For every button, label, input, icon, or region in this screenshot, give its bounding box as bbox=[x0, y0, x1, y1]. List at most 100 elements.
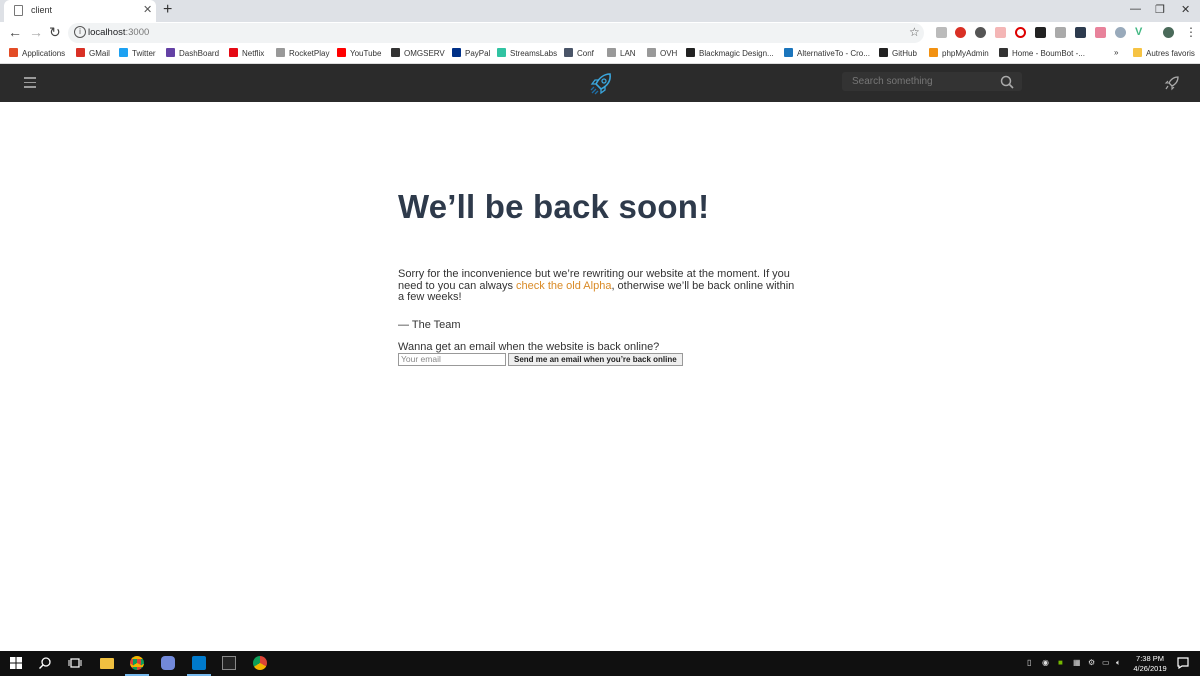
bookmark-label: GMail bbox=[89, 49, 110, 58]
bookmark-icon bbox=[337, 48, 346, 57]
bookmark-item[interactable]: Applications bbox=[9, 48, 65, 58]
bookmark-item[interactable]: Netflix bbox=[229, 48, 264, 58]
terminal-icon[interactable] bbox=[222, 656, 236, 670]
extension-icon[interactable] bbox=[1075, 27, 1086, 38]
extension-icon[interactable] bbox=[1095, 27, 1106, 38]
bookmark-item[interactable]: Twitter bbox=[119, 48, 156, 58]
windows-start-icon[interactable] bbox=[9, 656, 23, 670]
bookmark-item[interactable]: Autres favoris bbox=[1133, 48, 1195, 58]
vscode-icon[interactable] bbox=[192, 656, 206, 670]
adblock-icon[interactable] bbox=[955, 27, 966, 38]
header-search bbox=[842, 72, 1022, 91]
search-icon[interactable] bbox=[1000, 75, 1014, 89]
bookmark-icon bbox=[229, 48, 238, 57]
nvidia-icon[interactable]: ■ bbox=[1058, 658, 1063, 667]
bookmark-icon bbox=[452, 48, 461, 57]
bookmark-icon bbox=[276, 48, 285, 57]
bookmark-label: OVH bbox=[660, 49, 678, 58]
url-text[interactable]: localhost:3000 bbox=[88, 27, 149, 38]
extension-icon[interactable] bbox=[1035, 27, 1046, 38]
bookmark-label: Conf bbox=[577, 49, 594, 58]
bookmark-item[interactable]: GitHub bbox=[879, 48, 917, 58]
rocket-icon[interactable] bbox=[1164, 75, 1180, 91]
bookmark-item[interactable]: AlternativeTo - Cro... bbox=[784, 48, 870, 58]
rocket-logo-icon[interactable] bbox=[588, 71, 614, 97]
bookmark-item[interactable]: OVH bbox=[647, 48, 677, 58]
bookmark-item[interactable]: PayPal bbox=[452, 48, 490, 58]
page-icon bbox=[14, 5, 23, 16]
discord-icon[interactable] bbox=[161, 656, 175, 670]
notifications-icon[interactable] bbox=[1176, 656, 1190, 670]
browser-tab[interactable]: client ✕ bbox=[4, 0, 156, 22]
bookmark-item[interactable]: Blackmagic Design... bbox=[686, 48, 774, 58]
bookmark-icon bbox=[879, 48, 888, 57]
bookmark-item[interactable]: GMail bbox=[76, 48, 110, 58]
bookmark-icon bbox=[564, 48, 573, 57]
restore-icon[interactable]: ❐ bbox=[1155, 3, 1165, 16]
bookmark-star-icon[interactable]: ☆ bbox=[909, 25, 920, 39]
chrome-canary-icon[interactable] bbox=[253, 656, 267, 670]
clock-date: 4/26/2019 bbox=[1133, 664, 1167, 673]
bookmarks-overflow-icon[interactable]: » bbox=[1114, 48, 1118, 57]
usb-icon[interactable]: ▯ bbox=[1027, 658, 1031, 667]
apology-message: Sorry for the inconvenience but we’re re… bbox=[398, 268, 798, 304]
url-port: :3000 bbox=[125, 27, 150, 38]
settings-tray-icon[interactable]: ⚙ bbox=[1088, 658, 1095, 667]
bookmark-item[interactable]: OMGSERV bbox=[391, 48, 445, 58]
blocker-icon[interactable] bbox=[1015, 27, 1026, 38]
bookmark-label: Applications bbox=[22, 49, 66, 58]
extension-icon[interactable] bbox=[1055, 27, 1066, 38]
tray-icon[interactable]: ▦ bbox=[1073, 658, 1081, 667]
address-bar[interactable]: i localhost:3000 ☆ bbox=[68, 23, 924, 43]
bookmark-icon bbox=[1133, 48, 1142, 57]
bookmark-label: LAN bbox=[620, 49, 636, 58]
volume-icon[interactable]: 🔈︎ bbox=[1116, 658, 1121, 668]
close-window-icon[interactable]: ✕ bbox=[1181, 3, 1190, 16]
profile-avatar[interactable] bbox=[1163, 27, 1174, 38]
bookmark-label: Netflix bbox=[242, 49, 265, 58]
bookmark-item[interactable]: LAN bbox=[607, 48, 636, 58]
search-input[interactable] bbox=[852, 74, 992, 89]
file-explorer-icon[interactable] bbox=[100, 658, 114, 669]
task-view-icon[interactable] bbox=[68, 656, 82, 670]
bookmark-label: Home - BoumBot -... bbox=[1012, 49, 1085, 58]
menu-dots-icon[interactable]: ⋮ bbox=[1185, 25, 1197, 39]
notify-me-button[interactable]: Send me an email when you’re back online bbox=[508, 352, 683, 366]
bookmark-label: PayPal bbox=[465, 49, 491, 58]
vue-devtools-icon[interactable]: V bbox=[1135, 27, 1146, 38]
extension-icon[interactable] bbox=[1115, 27, 1126, 38]
network-icon[interactable]: ▭ bbox=[1102, 658, 1110, 667]
bookmark-item[interactable]: StreamsLabs bbox=[497, 48, 557, 58]
bookmark-icon bbox=[166, 48, 175, 57]
minimize-icon[interactable]: — bbox=[1130, 3, 1141, 15]
email-prompt: Wanna get an email when the website is b… bbox=[398, 340, 660, 353]
email-field[interactable] bbox=[398, 352, 506, 366]
bookmark-label: OMGSERV bbox=[404, 49, 445, 58]
tab-title: client bbox=[31, 5, 53, 15]
bookmark-item[interactable]: Conf bbox=[564, 48, 594, 58]
reload-icon[interactable]: ↻ bbox=[49, 24, 61, 41]
bookmark-item[interactable]: YouTube bbox=[337, 48, 381, 58]
bookmark-label: phpMyAdmin bbox=[942, 49, 989, 58]
bookmark-item[interactable]: RocketPlay bbox=[276, 48, 329, 58]
bookmark-item[interactable]: phpMyAdmin bbox=[929, 48, 989, 58]
close-tab-icon[interactable]: ✕ bbox=[143, 3, 152, 16]
bookmark-label: YouTube bbox=[350, 49, 382, 58]
bookmark-item[interactable]: Home - BoumBot -... bbox=[999, 48, 1085, 58]
search-taskbar-icon[interactable] bbox=[38, 656, 52, 670]
back-icon[interactable]: ← bbox=[8, 24, 22, 40]
hamburger-menu-icon[interactable] bbox=[24, 77, 36, 88]
old-alpha-link[interactable]: check the old Alpha bbox=[516, 280, 611, 292]
extension-gear-icon[interactable] bbox=[975, 27, 986, 38]
forward-icon[interactable]: → bbox=[29, 24, 43, 40]
system-clock[interactable]: 7:38 PM 4/26/2019 bbox=[1130, 654, 1170, 674]
chrome-icon[interactable] bbox=[130, 656, 144, 670]
extension-icon[interactable] bbox=[995, 27, 1006, 38]
gamepad-icon[interactable]: ◉ bbox=[1042, 658, 1049, 667]
new-tab-icon[interactable]: + bbox=[163, 1, 172, 19]
bookmark-label: Twitter bbox=[132, 49, 156, 58]
extension-icon[interactable] bbox=[936, 27, 947, 38]
bookmark-item[interactable]: DashBoard bbox=[166, 48, 219, 58]
info-icon[interactable]: i bbox=[74, 26, 86, 38]
bookmark-icon bbox=[999, 48, 1008, 57]
